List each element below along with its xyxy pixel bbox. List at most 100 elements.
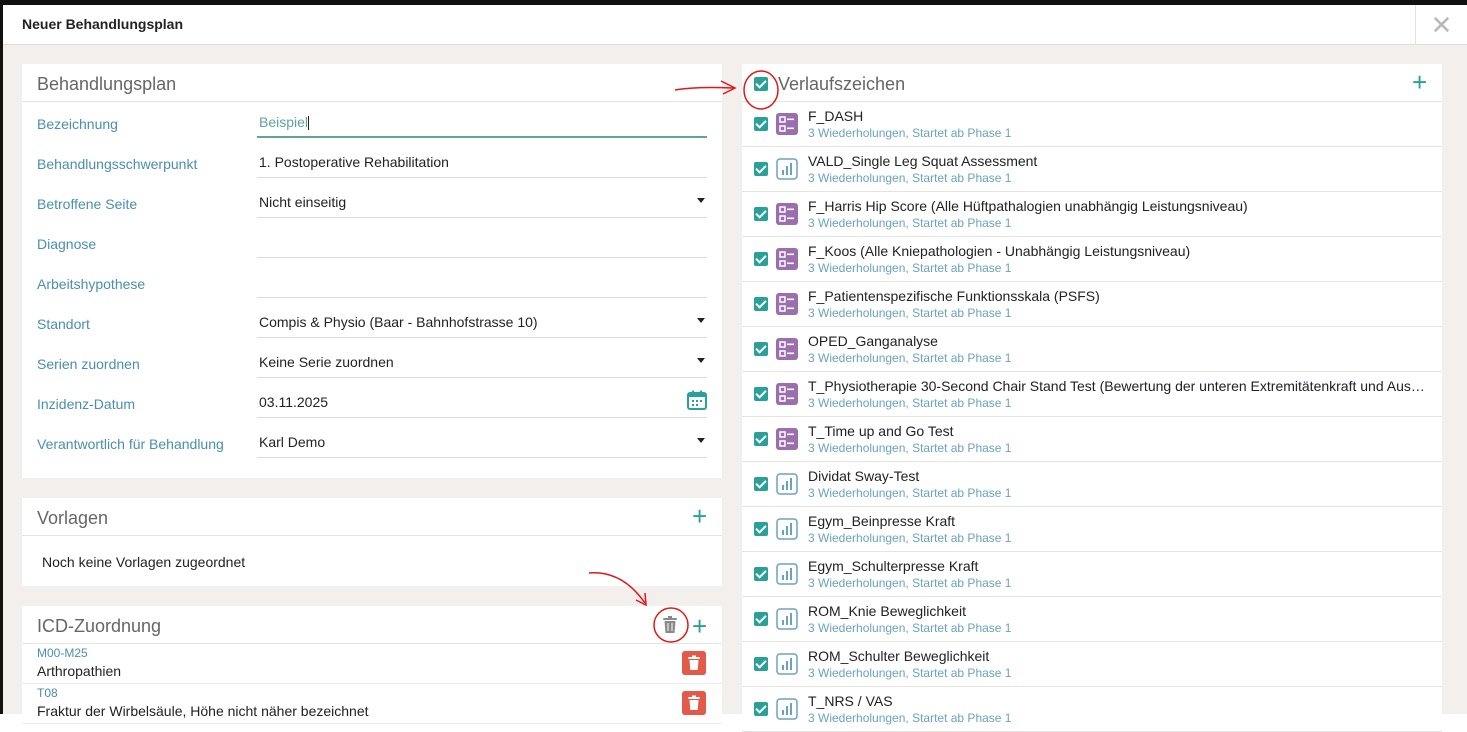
item-checkbox[interactable]: [754, 342, 768, 356]
treatment-focus-label: Behandlungsschwerpunkt: [37, 156, 198, 172]
chart-icon: [776, 653, 798, 675]
item-checkbox[interactable]: [754, 117, 768, 131]
item-subtitle: 3 Wiederholungen, Startet ab Phase 1: [808, 441, 1012, 455]
icd-header: ICD-Zuordnung +: [22, 606, 722, 644]
close-icon[interactable]: ✕: [1415, 5, 1467, 45]
chevron-down-icon[interactable]: [697, 198, 705, 203]
icd-card: ICD-Zuordnung + M00-M25 Arthropathien T0…: [22, 606, 722, 726]
list-item[interactable]: VALD_Single Leg Squat Assessment 3 Wiede…: [742, 147, 1442, 192]
delete-icd-icon[interactable]: [682, 691, 706, 715]
form-icon: [776, 203, 798, 225]
item-checkbox[interactable]: [754, 522, 768, 536]
incidence-date-label: Inzidenz-Datum: [37, 396, 136, 412]
item-checkbox[interactable]: [754, 297, 768, 311]
list-item[interactable]: F_Koos (Alle Kniepathologien - Unabhängi…: [742, 237, 1442, 282]
list-item[interactable]: F_DASH 3 Wiederholungen, Startet ab Phas…: [742, 102, 1442, 147]
form-row-affected-side: Betroffene Seite Nicht einseitig: [22, 182, 722, 222]
treatment-focus-field[interactable]: 1. Postoperative Rehabilitation: [257, 148, 707, 178]
location-value: Compis & Physio (Baar - Bahnhofstrasse 1…: [259, 314, 538, 330]
item-subtitle: 3 Wiederholungen, Startet ab Phase 1: [808, 621, 1012, 635]
treatment-focus-value: 1. Postoperative Rehabilitation: [259, 154, 449, 170]
form-row-working-hypothesis: Arbeitshypothese: [22, 262, 722, 302]
form-row-diagnosis: Diagnose: [22, 222, 722, 262]
working-hypothesis-field[interactable]: [257, 268, 707, 298]
item-subtitle: 3 Wiederholungen, Startet ab Phase 1: [808, 576, 1012, 590]
form-icon: [776, 383, 798, 405]
templates-header: Vorlagen +: [22, 498, 722, 536]
diagnosis-field[interactable]: [257, 228, 707, 258]
list-item[interactable]: Egym_Beinpresse Kraft 3 Wiederholungen, …: [742, 507, 1442, 552]
item-name: T_NRS / VAS: [808, 693, 893, 709]
item-name: VALD_Single Leg Squat Assessment: [808, 153, 1038, 169]
list-item[interactable]: OPED_Ganganalyse 3 Wiederholungen, Start…: [742, 327, 1442, 372]
item-checkbox[interactable]: [754, 387, 768, 401]
designation-field[interactable]: Beispiel: [257, 108, 707, 138]
location-label: Standort: [37, 316, 90, 332]
progress-markers-header: Verlaufszeichen +: [742, 64, 1442, 102]
templates-card: Vorlagen + Noch keine Vorlagen zugeordne…: [22, 498, 722, 586]
treatment-plan-title: Behandlungsplan: [37, 74, 177, 94]
progress-markers-card: Verlaufszeichen + F_DASH 3 Wiederholunge…: [742, 64, 1442, 732]
window-title: Neuer Behandlungsplan: [22, 16, 184, 32]
trash-icon[interactable]: [662, 616, 678, 634]
select-all-checkbox[interactable]: [754, 77, 768, 91]
list-item[interactable]: ROM_Schulter Beweglichkeit 3 Wiederholun…: [742, 642, 1442, 687]
icd-name: Fraktur der Wirbelsäule, Höhe nicht nähe…: [37, 703, 369, 719]
delete-icd-icon[interactable]: [682, 651, 706, 675]
icd-title: ICD-Zuordnung: [37, 616, 162, 636]
item-name: F_Koos (Alle Kniepathologien - Unabhängi…: [808, 243, 1191, 259]
list-item[interactable]: F_Harris Hip Score (Alle Hüftpathalogien…: [742, 192, 1442, 237]
item-name: F_Harris Hip Score (Alle Hüftpathalogien…: [808, 198, 1248, 214]
incidence-date-field[interactable]: 03.11.2025: [257, 388, 707, 418]
templates-empty-text: Noch keine Vorlagen zugeordnet: [42, 554, 246, 570]
item-name: Dividat Sway-Test: [808, 468, 920, 484]
chevron-down-icon[interactable]: [697, 438, 705, 443]
add-icd-icon[interactable]: +: [692, 613, 707, 639]
list-item[interactable]: Egym_Schulterpresse Kraft 3 Wiederholung…: [742, 552, 1442, 597]
item-checkbox[interactable]: [754, 612, 768, 626]
chart-icon: [776, 608, 798, 630]
icd-row: T08 Fraktur der Wirbelsäule, Höhe nicht …: [22, 684, 722, 724]
chart-icon: [776, 563, 798, 585]
item-name: F_DASH: [808, 108, 864, 124]
item-checkbox[interactable]: [754, 477, 768, 491]
item-checkbox[interactable]: [754, 252, 768, 266]
item-checkbox[interactable]: [754, 162, 768, 176]
item-subtitle: 3 Wiederholungen, Startet ab Phase 1: [808, 126, 1012, 140]
form-row-responsible: Verantwortlich für Behandlung Karl Demo: [22, 422, 722, 462]
location-field[interactable]: Compis & Physio (Baar - Bahnhofstrasse 1…: [257, 308, 707, 338]
progress-markers-title: Verlaufszeichen: [778, 74, 906, 94]
form-row-designation: Bezeichnung Beispiel: [22, 102, 722, 142]
form-icon: [776, 113, 798, 135]
form-row-location: Standort Compis & Physio (Baar - Bahnhof…: [22, 302, 722, 342]
item-name: Egym_Schulterpresse Kraft: [808, 558, 979, 574]
item-subtitle: 3 Wiederholungen, Startet ab Phase 1: [808, 171, 1012, 185]
working-hypothesis-label: Arbeitshypothese: [37, 276, 146, 292]
affected-side-value: Nicht einseitig: [259, 194, 347, 210]
item-checkbox[interactable]: [754, 657, 768, 671]
item-subtitle: 3 Wiederholungen, Startet ab Phase 1: [808, 351, 1012, 365]
list-item[interactable]: Dividat Sway-Test 3 Wiederholungen, Star…: [742, 462, 1442, 507]
item-checkbox[interactable]: [754, 567, 768, 581]
list-item[interactable]: T_Time up and Go Test 3 Wiederholungen, …: [742, 417, 1442, 462]
add-marker-icon[interactable]: +: [1412, 69, 1427, 95]
icd-row: M00-M25 Arthropathien: [22, 644, 722, 684]
add-template-icon[interactable]: +: [692, 503, 707, 529]
list-item[interactable]: T_NRS / VAS 3 Wiederholungen, Startet ab…: [742, 687, 1442, 732]
item-checkbox[interactable]: [754, 432, 768, 446]
responsible-field[interactable]: Karl Demo: [257, 428, 707, 458]
calendar-icon[interactable]: [687, 390, 707, 410]
list-item[interactable]: T_Physiotherapie 30-Second Chair Stand T…: [742, 372, 1442, 417]
item-subtitle: 3 Wiederholungen, Startet ab Phase 1: [808, 306, 1012, 320]
series-field[interactable]: Keine Serie zuordnen: [257, 348, 707, 378]
list-item[interactable]: ROM_Knie Beweglichkeit 3 Wiederholungen,…: [742, 597, 1442, 642]
chevron-down-icon[interactable]: [697, 358, 705, 363]
item-checkbox[interactable]: [754, 207, 768, 221]
chevron-down-icon[interactable]: [697, 318, 705, 323]
chart-icon: [776, 473, 798, 495]
item-name: OPED_Ganganalyse: [808, 333, 938, 349]
icd-name: Arthropathien: [37, 663, 122, 679]
affected-side-label: Betroffene Seite: [37, 196, 138, 212]
list-item[interactable]: F_Patientenspezifische Funktionsskala (P…: [742, 282, 1442, 327]
affected-side-field[interactable]: Nicht einseitig: [257, 188, 707, 218]
